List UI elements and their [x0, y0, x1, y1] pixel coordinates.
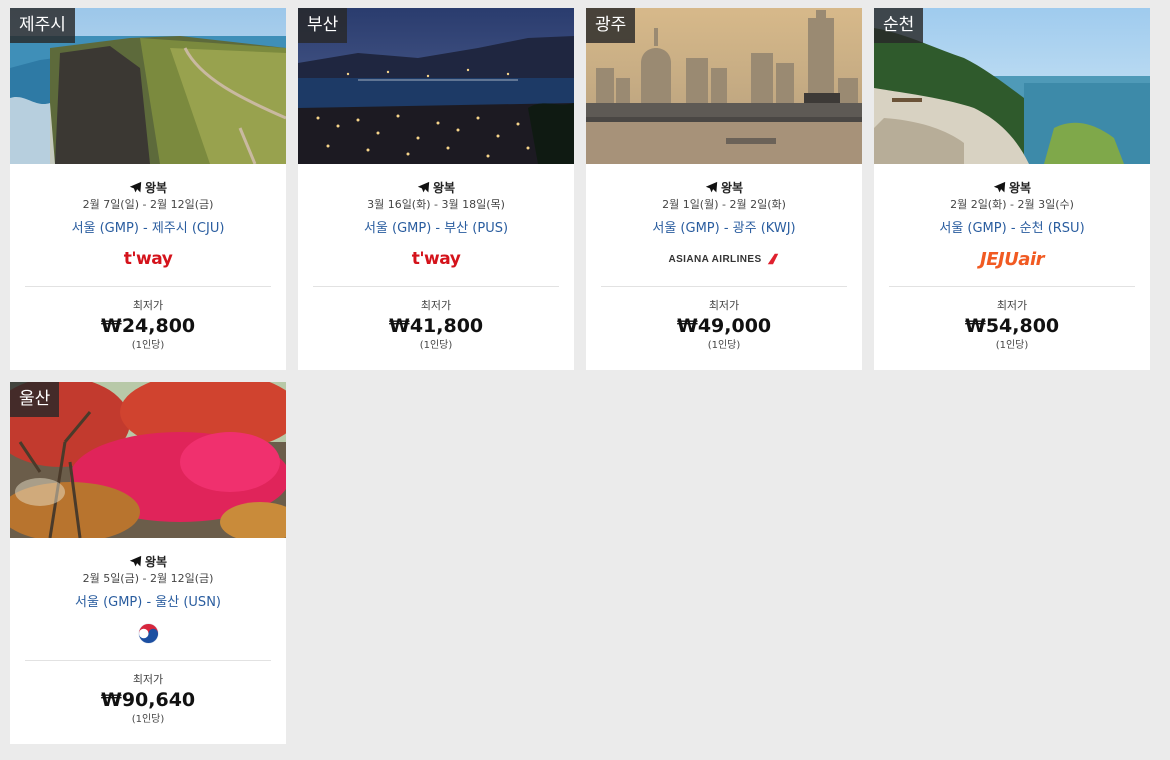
per-person-note: (1인당)	[131, 714, 165, 725]
trip-type-label: 왕복	[144, 555, 168, 569]
deal-card-suncheon[interactable]: 순천 왕복 2월 2일(화) - 2월 3일(수) 서울 (GMP) - 순천 …	[874, 8, 1150, 370]
airplane-icon	[993, 181, 1006, 194]
trip-type-label: 왕복	[1008, 181, 1032, 195]
trip-type-label: 왕복	[144, 181, 168, 195]
airplane-icon	[417, 181, 430, 194]
per-person-note: (1인당)	[707, 340, 741, 351]
route-link[interactable]: 서울 (GMP) - 광주 (KWJ)	[586, 220, 862, 238]
trip-type: 왕복	[10, 180, 286, 196]
asiana-wing-icon	[767, 253, 778, 265]
city-badge: 울산	[10, 382, 60, 417]
price-label: 최저가	[708, 299, 740, 312]
city-badge: 광주	[586, 8, 636, 43]
divider	[25, 286, 271, 287]
airline-name: t'way	[123, 249, 173, 269]
route-link[interactable]: 서울 (GMP) - 제주시 (CJU)	[10, 220, 286, 238]
price-label: 최저가	[420, 299, 452, 312]
divider	[25, 660, 271, 661]
price-label: 최저가	[132, 673, 164, 686]
airplane-icon	[705, 181, 718, 194]
deal-card-busan[interactable]: 부산 왕복 3월 16일(화) - 3월 18일(목) 서울 (GMP) - 부…	[298, 8, 574, 370]
trip-type: 왕복	[874, 180, 1150, 196]
per-person-note: (1인당)	[131, 340, 165, 351]
trip-type-label: 왕복	[720, 181, 744, 195]
price-label: 최저가	[132, 299, 164, 312]
destination-photo: 부산	[298, 8, 574, 164]
deal-card-ulsan[interactable]: 울산 왕복 2월 5일(금) - 2월 12일(금) 서울 (GMP) - 울산…	[10, 382, 286, 744]
airline-name: JEJUair	[980, 248, 1045, 270]
divider	[313, 286, 559, 287]
destination-photo: 순천	[874, 8, 1150, 164]
trip-type: 왕복	[298, 180, 574, 196]
city-badge: 순천	[874, 8, 924, 43]
airline-name: ASIANA AIRLINES	[668, 253, 762, 265]
per-person-note: (1인당)	[419, 340, 453, 351]
trip-type: 왕복	[10, 554, 286, 570]
price: ₩41,800	[388, 315, 484, 337]
trip-type: 왕복	[586, 180, 862, 196]
travel-dates: 2월 5일(금) - 2월 12일(금)	[82, 572, 214, 585]
price: ₩24,800	[100, 315, 196, 337]
destination-photo: 광주	[586, 8, 862, 164]
airline-logo-asiana: ASIANA AIRLINES	[586, 244, 862, 274]
korean-air-logo-icon	[137, 622, 159, 644]
deal-card-gwangju[interactable]: 광주 왕복 2월 1일(월) - 2월 2일(화) 서울 (GMP) - 광주 …	[586, 8, 862, 370]
price: ₩54,800	[964, 315, 1060, 337]
route-link[interactable]: 서울 (GMP) - 순천 (RSU)	[874, 220, 1150, 238]
destination-photo: 제주시	[10, 8, 286, 164]
travel-dates: 2월 7일(일) - 2월 12일(금)	[82, 198, 214, 211]
airline-logo-korean-air	[10, 618, 286, 648]
destination-photo: 울산	[10, 382, 286, 538]
city-badge: 제주시	[10, 8, 75, 43]
divider	[889, 286, 1135, 287]
airline-logo-tway: t'way	[10, 244, 286, 274]
airline-logo-tway: t'way	[298, 244, 574, 274]
price: ₩90,640	[100, 689, 196, 711]
airline-logo-jejuair: JEJUair	[874, 244, 1150, 274]
route-link[interactable]: 서울 (GMP) - 부산 (PUS)	[298, 220, 574, 238]
travel-dates: 3월 16일(화) - 3월 18일(목)	[367, 198, 505, 211]
deal-card-jeju[interactable]: 제주시 왕복 2월 7일(일) - 2월 12일(금) 서울 (GMP) - 제…	[10, 8, 286, 370]
travel-dates: 2월 2일(화) - 2월 3일(수)	[950, 198, 1074, 211]
deals-grid: 제주시 왕복 2월 7일(일) - 2월 12일(금) 서울 (GMP) - 제…	[0, 0, 1170, 760]
divider	[601, 286, 847, 287]
city-badge: 부산	[298, 8, 348, 43]
price-label: 최저가	[996, 299, 1028, 312]
airline-name: t'way	[411, 249, 461, 269]
airplane-icon	[129, 555, 142, 568]
price: ₩49,000	[676, 315, 772, 337]
trip-type-label: 왕복	[432, 181, 456, 195]
travel-dates: 2월 1일(월) - 2월 2일(화)	[662, 198, 786, 211]
route-link[interactable]: 서울 (GMP) - 울산 (USN)	[10, 594, 286, 612]
airplane-icon	[129, 181, 142, 194]
per-person-note: (1인당)	[995, 340, 1029, 351]
